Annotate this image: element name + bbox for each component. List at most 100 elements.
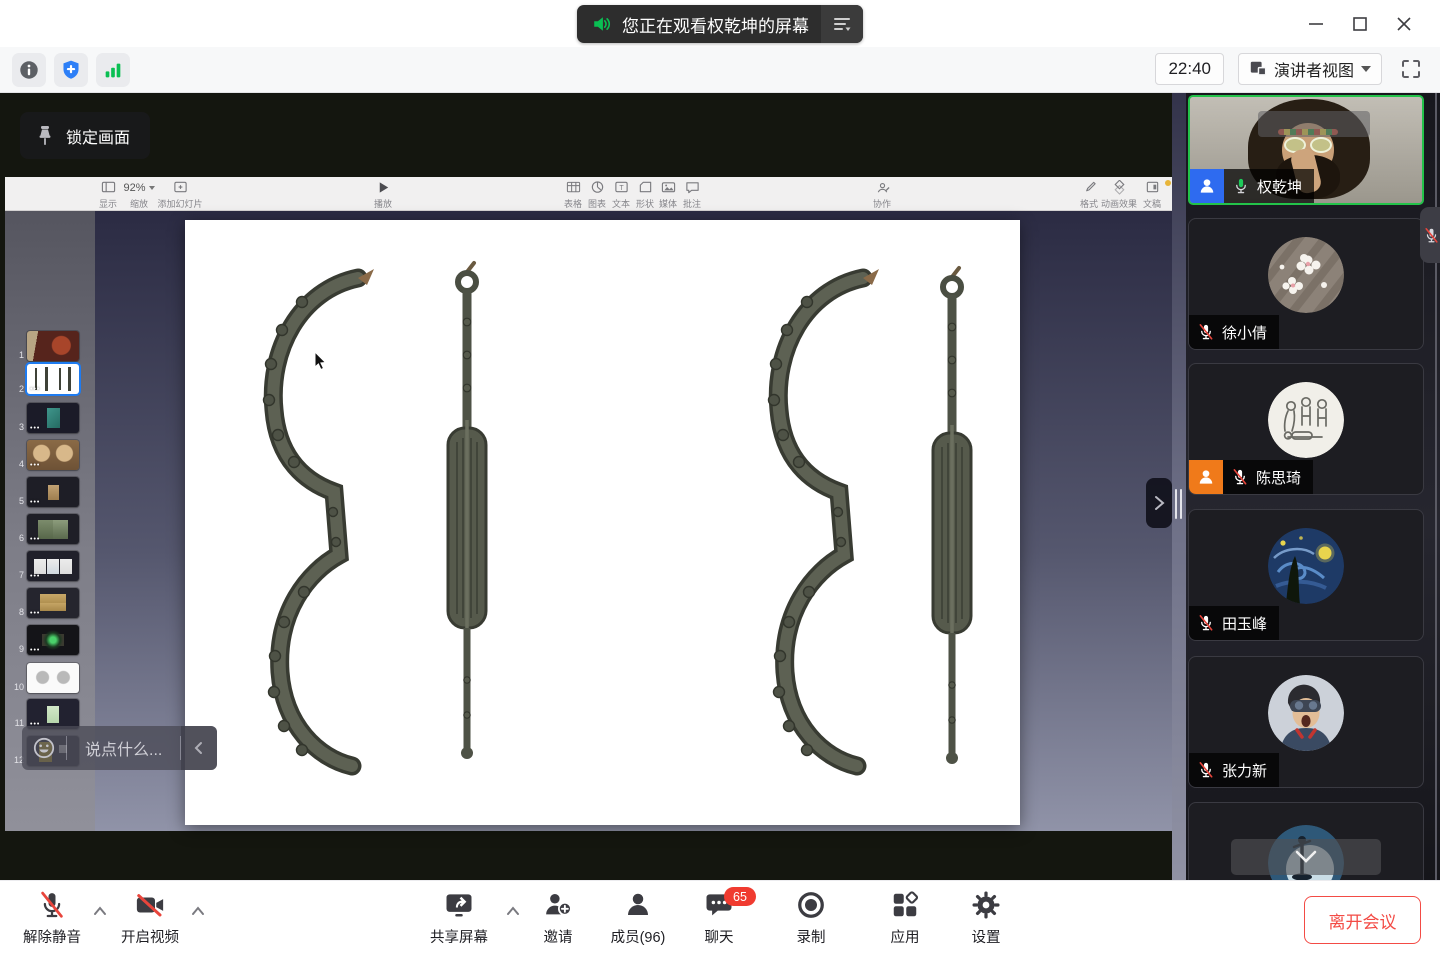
slide-thumbnail-8[interactable]: ••• bbox=[27, 588, 79, 618]
share-screen-label: 共享屏幕 bbox=[430, 926, 488, 947]
chevron-down-icon bbox=[1293, 849, 1319, 865]
participant-name: 田玉峰 bbox=[1222, 613, 1267, 634]
members-icon bbox=[623, 890, 653, 920]
expand-panel-tab[interactable] bbox=[1146, 478, 1172, 528]
record-icon bbox=[796, 890, 826, 920]
slide-number: 11 bbox=[12, 718, 24, 728]
view-mode-dropdown[interactable]: 演讲者视图 bbox=[1238, 53, 1382, 85]
minimize-button[interactable] bbox=[1294, 7, 1338, 41]
apps-label: 应用 bbox=[891, 926, 920, 947]
kn-play-button[interactable]: 播放 bbox=[355, 180, 411, 210]
slide-thumbnail-10[interactable] bbox=[27, 663, 79, 693]
close-button[interactable] bbox=[1382, 7, 1426, 41]
slide-number: 5 bbox=[12, 496, 24, 506]
lock-view-label: 锁定画面 bbox=[66, 124, 130, 148]
mouse-cursor bbox=[314, 351, 329, 371]
tile-label: 田玉峰 bbox=[1189, 606, 1279, 640]
tile-label: 权乾坤 bbox=[1190, 169, 1314, 203]
signal-bars-icon bbox=[102, 59, 124, 81]
slide-thumbnail-5[interactable]: ••• bbox=[27, 477, 79, 507]
presenter-badge-icon bbox=[1190, 169, 1224, 203]
lock-view-button[interactable]: 锁定画面 bbox=[20, 112, 150, 159]
slide-number: 10 bbox=[12, 682, 24, 692]
fullscreen-button[interactable] bbox=[1396, 54, 1426, 84]
avatar bbox=[1268, 675, 1344, 751]
kn-add-slide-button[interactable]: 添加幻灯片 bbox=[148, 180, 212, 210]
video-tile[interactable]: 田玉峰 bbox=[1188, 509, 1424, 641]
start-video-label: 开启视频 bbox=[121, 926, 179, 947]
build-dots: ••• bbox=[30, 537, 40, 543]
participant-name: 徐小倩 bbox=[1222, 322, 1267, 343]
mic-on-icon bbox=[1232, 177, 1250, 195]
slide-thumbnail-7[interactable]: ••• bbox=[27, 551, 79, 581]
mic-muted-icon bbox=[1197, 614, 1215, 632]
bronze-artifacts-image bbox=[185, 220, 1020, 825]
build-dots: ••• bbox=[30, 426, 40, 432]
main-area: 显示 92% 缩放 添加幻灯片 播放 表格 图表 bbox=[0, 93, 1440, 880]
docked-mic-panel[interactable] bbox=[1420, 207, 1440, 263]
window-controls bbox=[1294, 0, 1440, 47]
video-tile-partial[interactable] bbox=[1188, 802, 1424, 880]
slide-number: 2 bbox=[12, 384, 24, 394]
slide-thumbnail-1[interactable] bbox=[27, 331, 79, 361]
pin-icon bbox=[35, 125, 55, 147]
fullscreen-icon bbox=[1399, 57, 1423, 81]
banner-menu-button[interactable] bbox=[821, 5, 863, 43]
view-mode-label: 演讲者视图 bbox=[1274, 57, 1354, 81]
window-titlebar: 您正在观看权乾坤的屏幕 bbox=[0, 0, 1440, 47]
watching-label: 您正在观看权乾坤的屏幕 bbox=[622, 12, 809, 37]
current-slide bbox=[185, 220, 1020, 825]
slide-number: 7 bbox=[12, 570, 24, 580]
tile-label: 徐小倩 bbox=[1189, 315, 1279, 349]
build-dots: ••• bbox=[30, 463, 40, 469]
mic-muted-icon bbox=[37, 890, 67, 920]
chat-input-placeholder[interactable]: 说点什么... bbox=[67, 736, 180, 760]
kn-play-label: 播放 bbox=[374, 197, 392, 210]
kn-collaborate-label: 协作 bbox=[873, 197, 891, 210]
mic-muted-icon bbox=[1197, 761, 1215, 779]
leave-meeting-button[interactable]: 离开会议 bbox=[1304, 896, 1421, 944]
video-tile[interactable]: 徐小倩 bbox=[1188, 218, 1424, 350]
build-dots: ••• bbox=[30, 387, 40, 393]
share-screen-icon bbox=[443, 890, 475, 920]
network-button[interactable] bbox=[96, 53, 130, 87]
watching-banner-main: 您正在观看权乾坤的屏幕 bbox=[577, 5, 821, 43]
security-button[interactable] bbox=[54, 53, 88, 87]
slide-thumbnail-11[interactable]: ••• bbox=[27, 699, 79, 729]
build-dots: ••• bbox=[30, 611, 40, 617]
collapse-chat-button[interactable] bbox=[181, 726, 217, 770]
build-dots: ••• bbox=[30, 574, 40, 580]
video-tile-speaker[interactable]: 权乾坤 bbox=[1188, 95, 1424, 205]
emoji-button[interactable] bbox=[22, 736, 66, 760]
video-tile[interactable]: 陈思琦 bbox=[1188, 363, 1424, 495]
meeting-info-button[interactable] bbox=[12, 53, 46, 87]
maximize-button[interactable] bbox=[1338, 7, 1382, 41]
slide-thumbnail-2-selected[interactable]: ••• bbox=[27, 364, 79, 394]
video-options-chevron[interactable] bbox=[188, 901, 208, 921]
smiley-icon bbox=[32, 736, 56, 760]
slide-thumbnail-6[interactable]: ••• bbox=[27, 514, 79, 544]
panel-resize-divider[interactable] bbox=[1172, 93, 1186, 880]
slide-thumbnail-3[interactable]: ••• bbox=[27, 403, 79, 433]
quick-chat-bar[interactable]: 说点什么... bbox=[22, 726, 217, 770]
gear-icon bbox=[971, 890, 1001, 920]
resize-handle[interactable] bbox=[1175, 489, 1182, 519]
watching-banner[interactable]: 您正在观看权乾坤的屏幕 bbox=[577, 5, 863, 43]
video-tile[interactable]: 张力新 bbox=[1188, 656, 1424, 788]
slide-number: 1 bbox=[12, 350, 24, 360]
settings-button[interactable]: 设置 bbox=[931, 890, 1041, 947]
kn-add-slide-label: 添加幻灯片 bbox=[157, 197, 202, 210]
mic-muted-icon bbox=[1423, 227, 1440, 244]
tile-label: 张力新 bbox=[1189, 753, 1279, 787]
mic-muted-icon bbox=[1231, 468, 1249, 486]
kn-zoom-label: 缩放 bbox=[130, 197, 148, 210]
video-overlay bbox=[1258, 111, 1370, 137]
speaker-icon bbox=[591, 13, 613, 35]
slide-thumbnail-9[interactable]: ••• bbox=[27, 625, 79, 655]
slide-thumbnail-4[interactable]: ••• bbox=[27, 440, 79, 470]
kn-collaborate-button[interactable]: 协作 bbox=[854, 180, 910, 210]
statusbar-left bbox=[12, 53, 130, 87]
share-screen-button[interactable]: 共享屏幕 bbox=[404, 890, 514, 947]
collapse-participants-button[interactable] bbox=[1231, 839, 1381, 875]
kn-comment-button[interactable]: 批注 bbox=[664, 180, 720, 210]
